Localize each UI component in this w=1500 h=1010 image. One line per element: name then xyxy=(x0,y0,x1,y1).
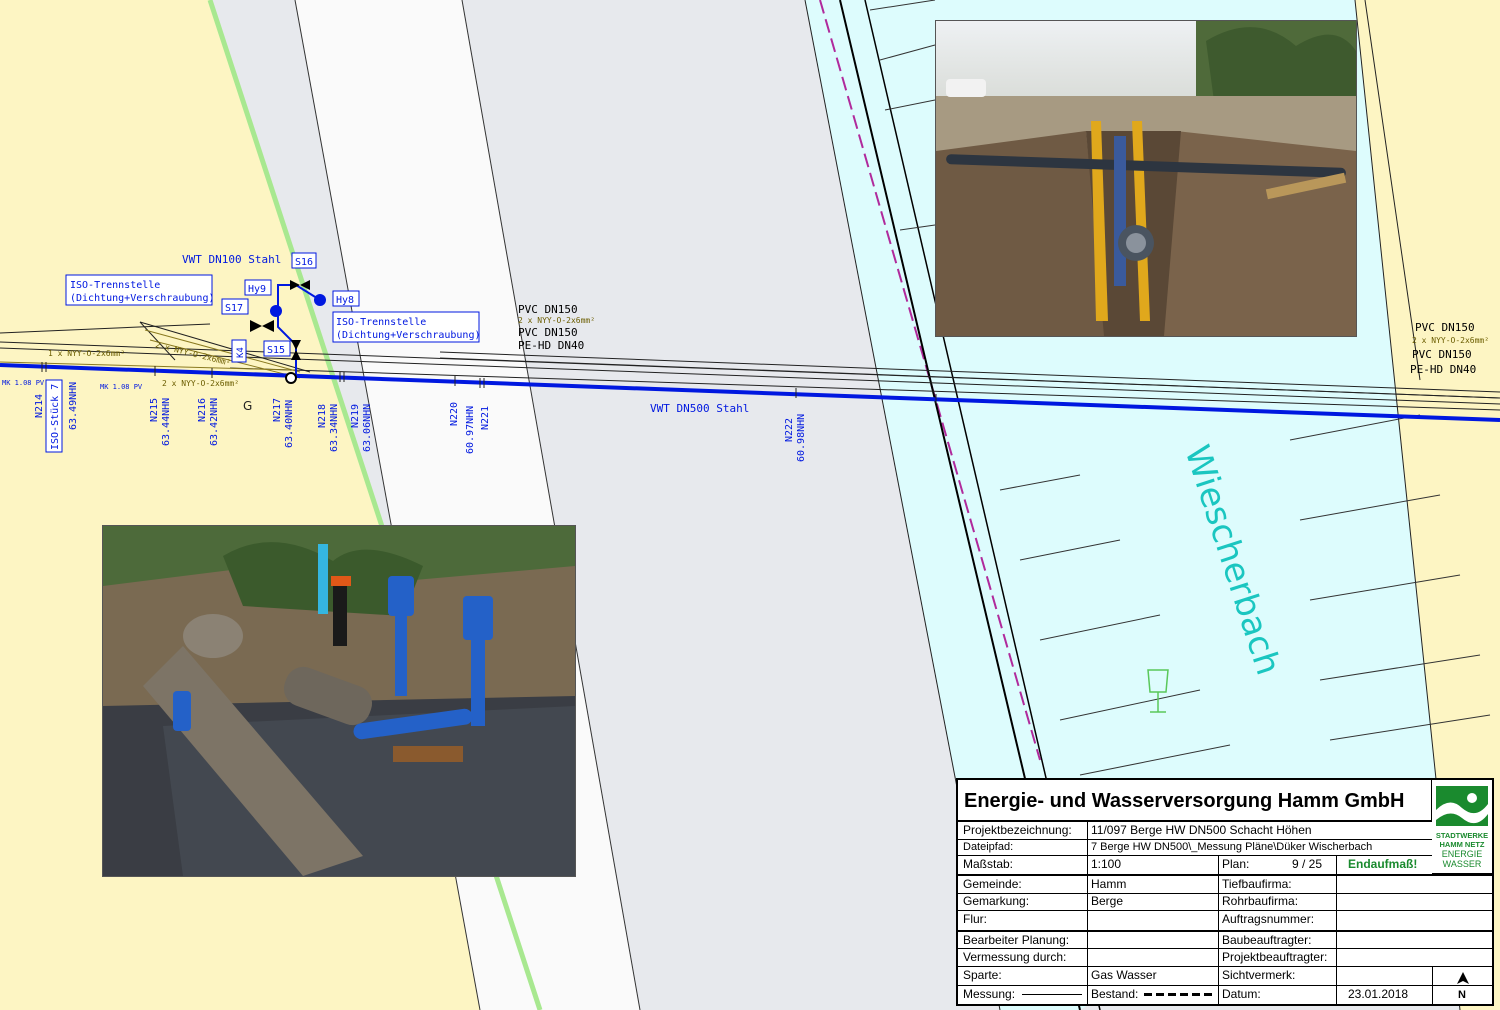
messung-label: Messung: xyxy=(963,987,1016,1001)
point-height: 63.40NHN xyxy=(284,400,295,448)
photo-trench xyxy=(935,20,1357,337)
svg-text:N: N xyxy=(1458,989,1466,1001)
cable-label: 2 x NYY-O-2x6mm² xyxy=(518,316,595,325)
pipe-group-right-3: PE-HD DN40 xyxy=(1410,363,1476,376)
hydrant-g-marker: G xyxy=(243,399,252,413)
gemeinde-value: Hamm xyxy=(1091,877,1127,891)
flur-label: Flur: xyxy=(963,912,987,926)
cable-label: 2 x NYY-O-2x6mm² xyxy=(1412,336,1489,345)
main-pipe-label: VWT DN500 Stahl xyxy=(650,402,749,415)
tag-s17: S17 xyxy=(225,303,243,314)
sparte-label: Sparte: xyxy=(963,968,1002,982)
point-height: 63.44NHN xyxy=(161,398,172,446)
tag-s16: S16 xyxy=(295,257,313,268)
point-height: 60.97NHN xyxy=(465,406,476,454)
pipe-group-right-2: PVC DN150 xyxy=(1412,348,1472,361)
cable-label: 2 x NYY-O-2x6mm² xyxy=(162,379,239,388)
cable-label: 1 x NYY-O-2x6mm² xyxy=(48,349,125,358)
branch-pipe-label: VWT DN100 Stahl xyxy=(182,253,281,266)
sichtvermerk-label: Sichtvermerk: xyxy=(1222,968,1296,982)
iso-piece-label: ISO-Stück 7 xyxy=(50,384,61,450)
point-height: 60.98NHN xyxy=(796,414,807,462)
point-id: N218 xyxy=(317,404,328,428)
point-id: N220 xyxy=(449,402,460,426)
dateipfad-value: 7 Berge HW DN500\_Messung Pläne\Düker Wi… xyxy=(1091,841,1373,853)
gemarkung-label: Gemarkung: xyxy=(963,894,1030,908)
iso-label-2-line2: (Dichtung+Verschraubung) xyxy=(336,330,481,341)
plan-value: 9 / 25 xyxy=(1292,857,1323,871)
point-height: 63.42NHN xyxy=(209,398,220,446)
point-id: N214 xyxy=(34,394,45,418)
status-badge: Endaufmaß! xyxy=(1348,857,1418,871)
sparte-value: Gas Wasser xyxy=(1091,968,1157,982)
projektbezeichnung-value: 11/097 Berge HW DN500 Schacht Höhen xyxy=(1091,823,1312,837)
title-block: Energie- und Wasserversorgung Hamm GmbH … xyxy=(956,778,1494,1006)
point-id: N215 xyxy=(149,398,160,422)
point-height: 63.06NHN xyxy=(362,404,373,452)
point-id: N216 xyxy=(197,398,208,422)
point-id: N217 xyxy=(272,398,283,422)
gemarkung-value: Berge xyxy=(1091,894,1124,908)
pipe-group-left-2: PVC DN150 xyxy=(518,326,578,339)
tiefbaufirma-label: Tiefbaufirma: xyxy=(1222,877,1292,891)
tag-s15: S15 xyxy=(267,345,285,356)
iso-label-1-line1: ISO-Trennstelle xyxy=(70,280,160,291)
bearbeiter-label: Bearbeiter Planung: xyxy=(963,933,1070,947)
plan-label: Plan: xyxy=(1222,857,1250,871)
hydrant-icon xyxy=(270,305,282,317)
point-height: 63.49NHN xyxy=(68,382,79,430)
datum-value: 23.01.2018 xyxy=(1348,987,1409,1001)
projektbeauftragter-label: Projektbeauftragter: xyxy=(1222,950,1328,964)
photo-valve-fittings xyxy=(102,525,576,877)
pipe-group-left-1: PVC DN150 xyxy=(518,303,578,316)
iso-label-1-line2: (Dichtung+Verschraubung) xyxy=(70,293,215,304)
mk-label: MK 1.08 PV xyxy=(2,379,45,387)
point-id: N221 xyxy=(480,406,491,430)
baubeauftragter-label: Baubeauftragter: xyxy=(1222,933,1312,947)
messung-line-symbol xyxy=(1022,994,1082,995)
point-height: 63.34NHN xyxy=(329,404,340,452)
tag-hy9: Hy9 xyxy=(248,284,266,295)
point-id: N222 xyxy=(784,418,795,442)
north-arrow-icon: N xyxy=(1452,970,1474,1002)
shaft-icon xyxy=(285,372,297,384)
bestand-line-symbol xyxy=(1144,993,1214,996)
massstab-value: 1:100 xyxy=(1091,857,1122,871)
tag-hy8: Hy8 xyxy=(336,295,354,306)
tag-k4: K4 xyxy=(236,347,246,358)
datum-label: Datum: xyxy=(1222,987,1261,1001)
point-id: N219 xyxy=(350,404,361,428)
iso-label-2-line1: ISO-Trennstelle xyxy=(336,317,426,328)
massstab-label: Maßstab: xyxy=(963,857,1014,871)
vermessung-label: Vermessung durch: xyxy=(963,950,1067,964)
hydrant-icon xyxy=(314,294,326,306)
dateipfad-label: Dateipfad: xyxy=(963,841,1014,853)
projektbezeichnung-label: Projektbezeichnung: xyxy=(963,823,1072,837)
pipe-group-left-3: PE-HD DN40 xyxy=(518,339,584,352)
bestand-label: Bestand: xyxy=(1091,987,1139,1001)
mk-label: MK 1.08 PV xyxy=(100,383,143,391)
auftragsnummer-label: Auftragsnummer: xyxy=(1222,912,1315,926)
rohrbaufirma-label: Rohrbaufirma: xyxy=(1222,894,1299,908)
company-name: Energie- und Wasserversorgung Hamm GmbH xyxy=(958,780,1432,822)
gemeinde-label: Gemeinde: xyxy=(963,877,1022,891)
pipe-group-right-1: PVC DN150 xyxy=(1415,321,1475,334)
